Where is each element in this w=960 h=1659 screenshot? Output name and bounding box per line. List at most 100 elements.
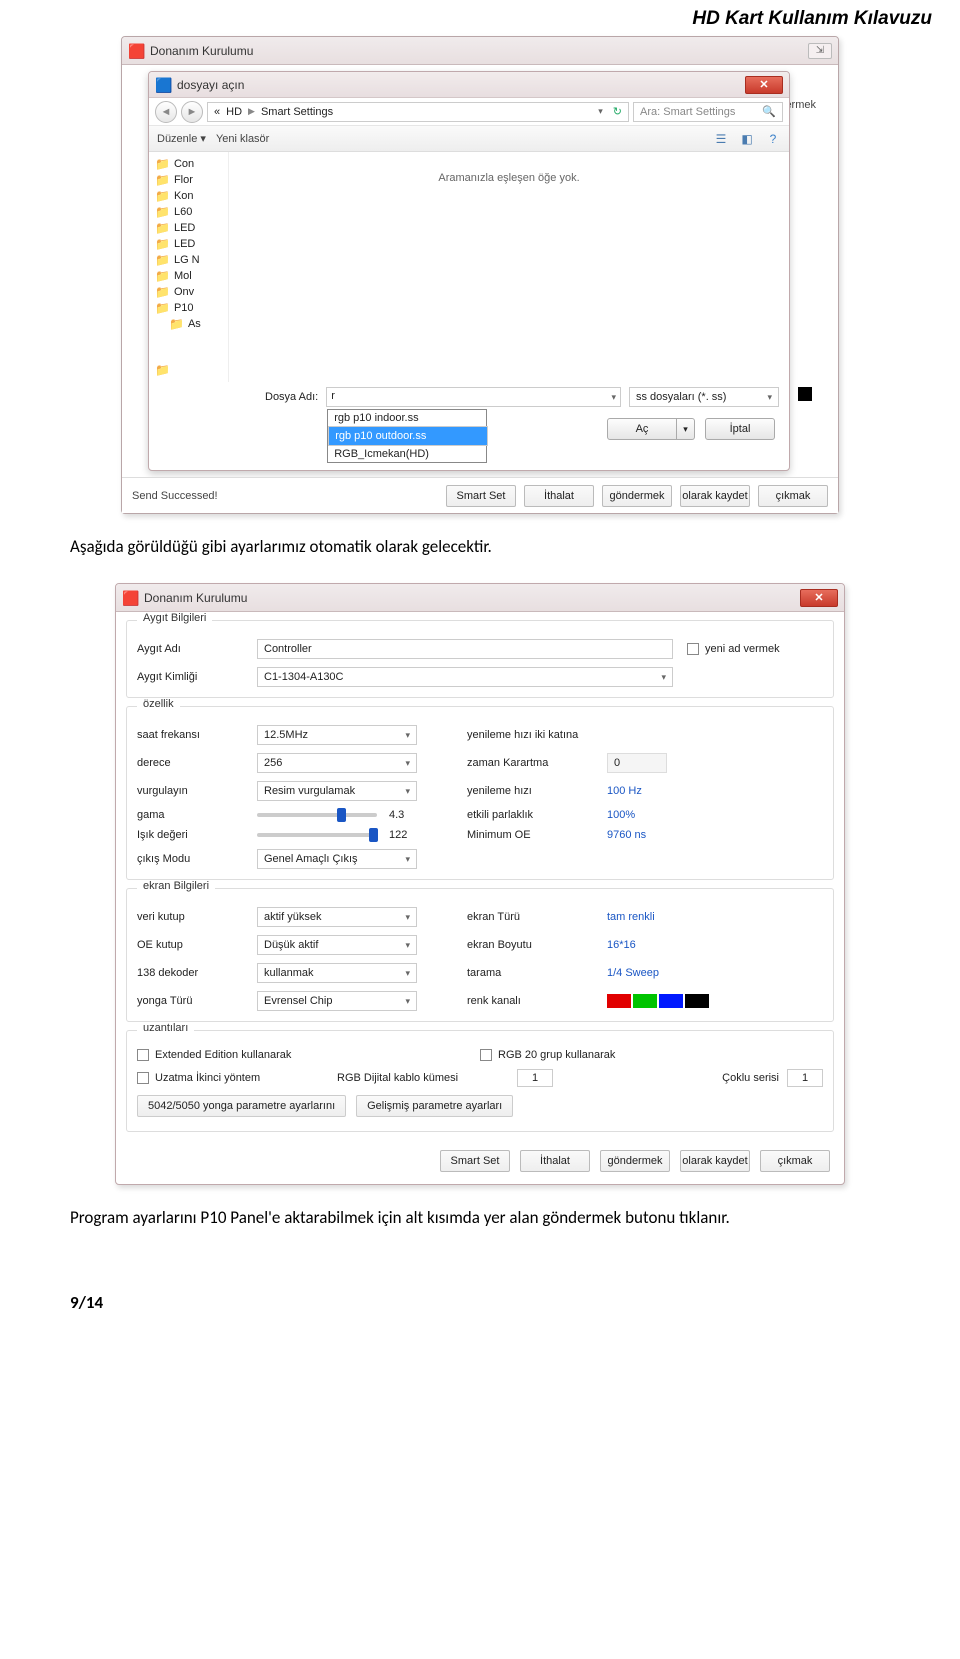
refresh-icon[interactable]: ↻ <box>613 105 622 118</box>
refresh-rate-value: 100 Hz <box>607 785 642 797</box>
settings-titlebar: 🟥 Donanım Kurulumu ✕ <box>116 584 844 612</box>
breadcrumb-item[interactable]: HD <box>226 106 242 118</box>
send-button[interactable]: göndermek <box>600 1150 670 1172</box>
chevron-down-icon[interactable]: ▾ <box>598 106 603 117</box>
ext-second-checkbox[interactable] <box>137 1072 149 1084</box>
screen-type-value: tam renkli <box>607 911 655 923</box>
extended-edition-label: Extended Edition kullanarak <box>155 1049 291 1061</box>
minimize-icon[interactable]: ⇲ <box>808 43 832 59</box>
open-button-dropdown[interactable]: ▾ <box>677 418 695 440</box>
label-color-channel: renk kanalı <box>447 995 607 1007</box>
chip-type-select[interactable]: Evrensel Chip▾ <box>257 991 417 1011</box>
decoder-select[interactable]: kullanmak▾ <box>257 963 417 983</box>
data-pole-select[interactable]: aktif yüksek▾ <box>257 907 417 927</box>
group-title: Aygıt Bilgileri <box>137 612 212 624</box>
screenshot-1-outer-window: 🟥 Donanım Kurulumu ⇲ ermek 🟦 dosyayı açı… <box>121 36 839 514</box>
tree-item[interactable]: 📁Kon <box>155 188 228 204</box>
tree-item[interactable]: 📁P10 <box>155 300 228 316</box>
frequency-select[interactable]: 12.5MHz▾ <box>257 725 417 745</box>
outer-titlebar: 🟥 Donanım Kurulumu ⇲ <box>122 37 838 65</box>
device-id-select[interactable]: C1-1304-A130C ▾ <box>257 667 673 687</box>
label-oe-pole: OE kutup <box>137 939 257 951</box>
output-mode-select[interactable]: Genel Amaçlı Çıkış▾ <box>257 849 417 869</box>
degree-select[interactable]: 256▾ <box>257 753 417 773</box>
chip-params-button[interactable]: 5042/5050 yonga parametre ayarlarını <box>137 1095 346 1117</box>
tree-item[interactable]: 📁LG N <box>155 252 228 268</box>
multi-series-stepper[interactable]: 1 <box>787 1069 823 1087</box>
tree-item-label: Mol <box>174 270 192 282</box>
smart-set-button[interactable]: Smart Set <box>446 485 516 507</box>
nav-back-button[interactable]: ◄ <box>155 101 177 123</box>
file-type-value: ss dosyaları (*. ss) <box>636 391 726 403</box>
swatch-black[interactable] <box>685 994 709 1008</box>
breadcrumb-item[interactable]: Smart Settings <box>261 106 333 118</box>
breadcrumb[interactable]: « HD ▶ Smart Settings ▾ ↻ <box>207 102 629 122</box>
screen-size-value: 16*16 <box>607 939 636 951</box>
swatch-red[interactable] <box>607 994 631 1008</box>
rgb20-checkbox[interactable] <box>480 1049 492 1061</box>
tree-item[interactable]: 📁L60 <box>155 204 228 220</box>
tree-item[interactable]: 📁Flor <box>155 172 228 188</box>
nav-row: ◄ ► « HD ▶ Smart Settings ▾ ↻ Ara: Smart… <box>149 98 789 126</box>
advanced-params-button[interactable]: Gelişmiş parametre ayarları <box>356 1095 513 1117</box>
view-icon[interactable]: ☰ <box>713 131 729 147</box>
tree-item-label: L60 <box>174 206 192 218</box>
cancel-button[interactable]: İptal <box>705 418 775 440</box>
search-input[interactable]: Ara: Smart Settings 🔍 <box>633 102 783 122</box>
send-button[interactable]: göndermek <box>602 485 672 507</box>
tree-item[interactable]: 📁LED <box>155 220 228 236</box>
preview-icon[interactable]: ◧ <box>739 131 755 147</box>
swatch-green[interactable] <box>633 994 657 1008</box>
smart-set-button[interactable]: Smart Set <box>440 1150 510 1172</box>
tree-item[interactable]: 📁Mol <box>155 268 228 284</box>
tree-item[interactable]: 📁Con <box>155 156 228 172</box>
label-rgb-cluster: RGB Dijital kablo kümesi <box>337 1072 517 1084</box>
time-dim-field[interactable]: 0 <box>607 753 667 773</box>
open-button-main[interactable]: Aç <box>607 418 677 440</box>
emphasize-select[interactable]: Resim vurgulamak▾ <box>257 781 417 801</box>
open-button[interactable]: Aç ▾ <box>607 418 695 440</box>
organize-menu[interactable]: Düzenle ▾ <box>157 132 206 145</box>
group-device-info: Aygıt Bilgileri Aygıt Adı Controller yen… <box>126 620 834 698</box>
nav-forward-button[interactable]: ► <box>181 101 203 123</box>
device-name-field[interactable]: Controller <box>257 639 673 659</box>
exit-button[interactable]: çıkmak <box>758 485 828 507</box>
swatch-blue[interactable] <box>659 994 683 1008</box>
close-icon[interactable]: ✕ <box>745 76 783 94</box>
status-text: Send Successed! <box>132 490 438 502</box>
label-frequency: saat frekansı <box>137 729 257 741</box>
outer-title: Donanım Kurulumu <box>150 44 802 58</box>
tree-item-label: Flor <box>174 174 193 186</box>
save-as-button[interactable]: olarak kaydet <box>680 485 750 507</box>
filename-input[interactable]: r ▾ rgb p10 indoor.ss rgb p10 outdoor.ss… <box>326 387 621 407</box>
light-slider[interactable] <box>257 833 377 837</box>
label-chip-type: yonga Türü <box>137 995 257 1007</box>
oe-pole-select[interactable]: Düşük aktif▾ <box>257 935 417 955</box>
extended-edition-checkbox[interactable] <box>137 1049 149 1061</box>
save-as-button[interactable]: olarak kaydet <box>680 1150 750 1172</box>
folder-tree[interactable]: 📁Con 📁Flor 📁Kon 📁L60 📁LED 📁LED 📁LG N 📁Mo… <box>149 152 229 382</box>
exit-button[interactable]: çıkmak <box>760 1150 830 1172</box>
file-type-select[interactable]: ss dosyaları (*. ss) ▾ <box>629 387 779 407</box>
suggest-item[interactable]: rgb p10 indoor.ss <box>328 410 486 426</box>
import-button[interactable]: İthalat <box>520 1150 590 1172</box>
group-screen-info: ekran Bilgileri veri kutup aktif yüksek▾… <box>126 888 834 1022</box>
rename-checkbox[interactable] <box>687 643 699 655</box>
cluster-stepper[interactable]: 1 <box>517 1069 553 1087</box>
close-icon[interactable]: ✕ <box>800 589 838 607</box>
search-icon: 🔍 <box>762 105 776 118</box>
tree-item[interactable]: 📁LED <box>155 236 228 252</box>
help-icon[interactable]: ? <box>765 131 781 147</box>
tree-item[interactable]: 📁Onv <box>155 284 228 300</box>
group-extensions: uzantıları Extended Edition kullanarak R… <box>126 1030 834 1132</box>
suggest-item[interactable]: RGB_Icmekan(HD) <box>328 446 486 462</box>
suggest-item-selected[interactable]: rgb p10 outdoor.ss <box>328 426 488 446</box>
label-output-mode: çıkış Modu <box>137 853 257 865</box>
breadcrumb-prefix: « <box>214 106 220 118</box>
tree-item[interactable]: 📁 <box>155 362 228 378</box>
gamma-slider[interactable] <box>257 813 377 817</box>
import-button[interactable]: İthalat <box>524 485 594 507</box>
tree-item[interactable]: 📁As <box>155 316 228 332</box>
new-folder-button[interactable]: Yeni klasör <box>216 133 269 145</box>
chevron-down-icon[interactable]: ▾ <box>611 392 616 403</box>
